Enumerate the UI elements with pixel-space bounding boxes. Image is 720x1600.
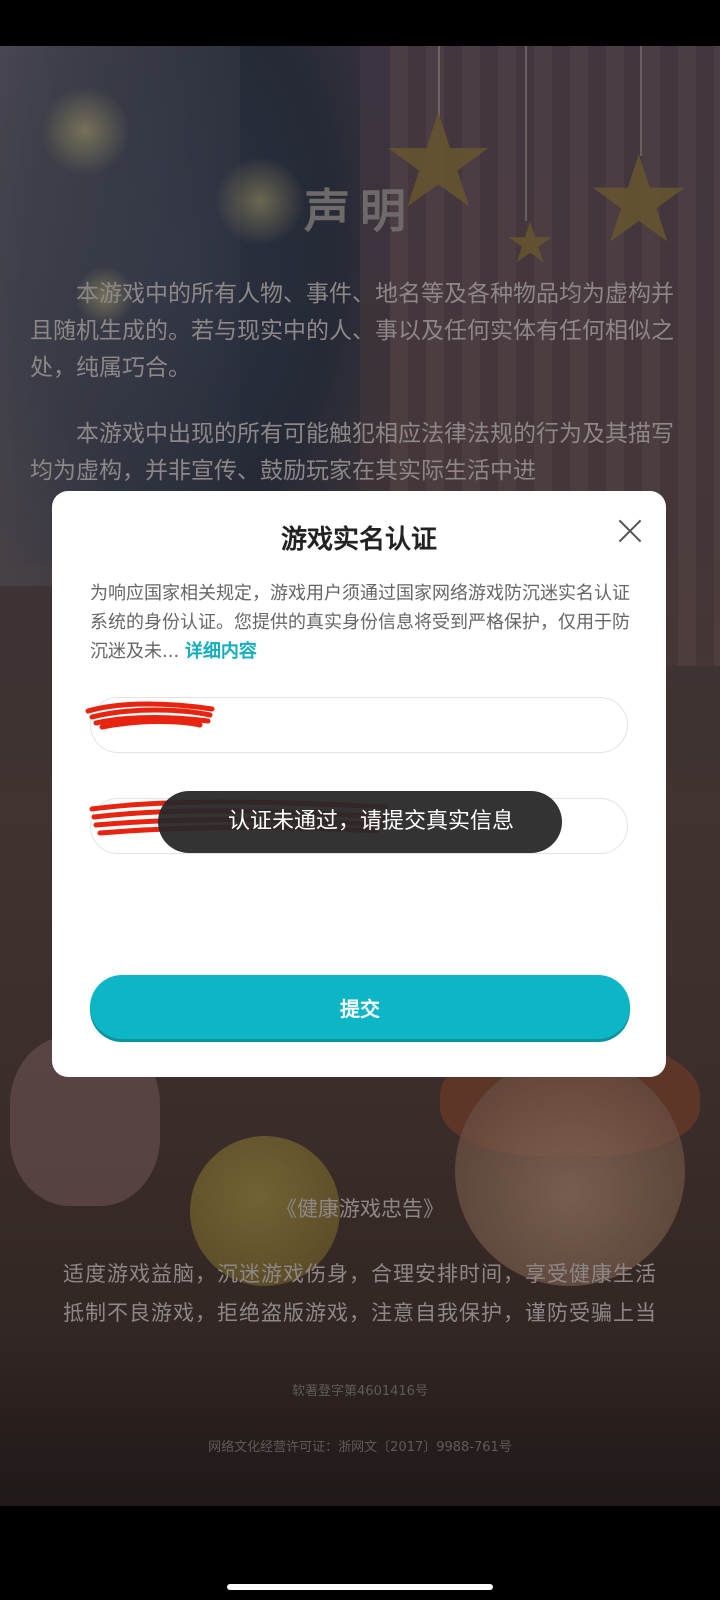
toast-message: 认证未通过，请提交真实信息 [158, 791, 562, 853]
description-text: 为响应国家相关规定，游戏用户须通过国家网络游戏防沉迷实名认证系统的身份认证。您提… [90, 583, 630, 662]
dialog-title: 游戏实名认证 [280, 525, 437, 555]
name-input[interactable] [91, 698, 627, 752]
submit-button[interactable]: 提交 [90, 975, 630, 1039]
real-name-auth-dialog: 游戏实名认证 为响应国家相关规定，游戏用户须通过国家网络游戏防沉迷实名认证系统的… [52, 491, 666, 1077]
status-bar [0, 0, 720, 46]
home-indicator[interactable] [227, 1584, 493, 1590]
detail-link[interactable]: 详细内容 [185, 641, 257, 662]
name-field[interactable] [90, 697, 628, 753]
dialog-description: 为响应国家相关规定，游戏用户须通过国家网络游戏防沉迷实名认证系统的身份认证。您提… [90, 579, 630, 666]
close-icon[interactable] [612, 513, 648, 549]
